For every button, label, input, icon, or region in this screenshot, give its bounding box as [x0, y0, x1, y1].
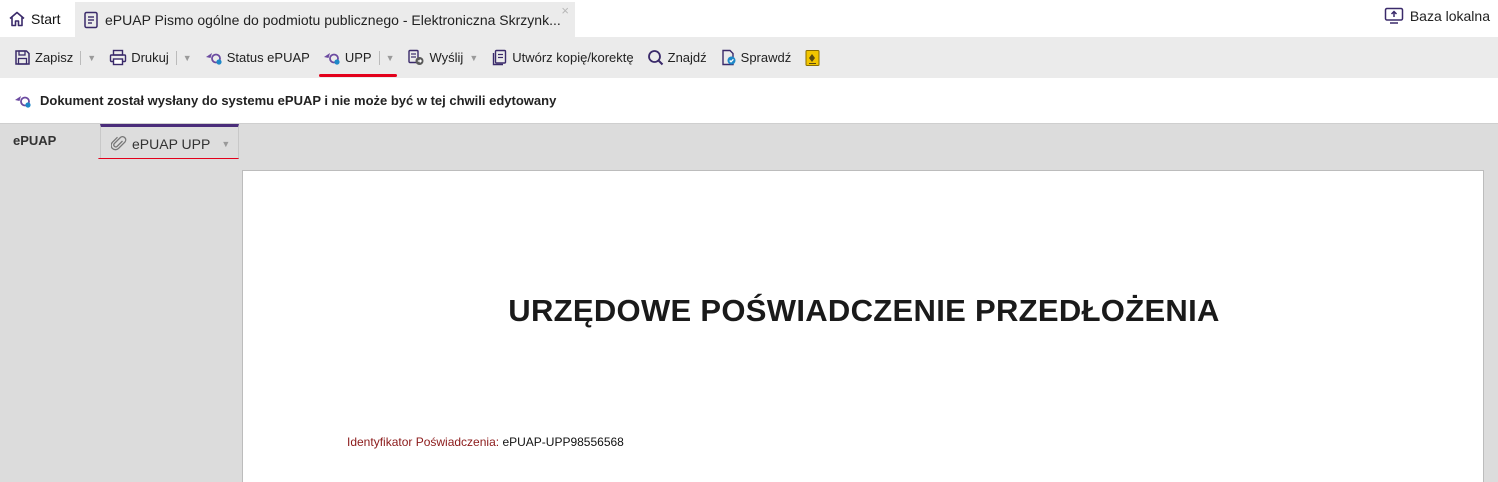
- tab-document-label: ePUAP Pismo ogólne do podmiotu publiczne…: [105, 11, 561, 28]
- upp-label: UPP: [344, 50, 372, 65]
- tab-document[interactable]: ePUAP Pismo ogólne do podmiotu publiczne…: [75, 2, 575, 37]
- upp-icon: [323, 50, 341, 66]
- tab-epuap-upp-dropdown-icon[interactable]: ▼: [221, 139, 230, 149]
- certificate-id-label: Identyfikator Poświadczenia:: [347, 435, 500, 449]
- verify-label: Sprawdź: [740, 50, 792, 65]
- send-icon: [407, 49, 425, 66]
- signature-button[interactable]: [804, 45, 822, 71]
- send-dropdown-icon[interactable]: ▼: [469, 53, 478, 63]
- printer-icon: [109, 49, 127, 66]
- document-title: URZĘDOWE POŚWIADCZENIE PRZEDŁOŻENIA: [508, 293, 1220, 328]
- document-page: URZĘDOWE POŚWIADCZENIE PRZEDŁOŻENIA Iden…: [242, 170, 1484, 482]
- epuap-sent-icon: [14, 93, 32, 109]
- upp-button[interactable]: UPP ▼: [318, 45, 397, 77]
- paperclip-icon: [111, 135, 127, 152]
- upp-dropdown-icon[interactable]: ▼: [386, 53, 395, 63]
- epuap-status-icon: [205, 50, 223, 66]
- home-icon: [8, 10, 26, 28]
- print-label: Drukuj: [131, 50, 169, 65]
- copy-document-icon: [491, 49, 508, 66]
- save-dropdown-icon[interactable]: ▼: [87, 53, 96, 63]
- monitor-upload-icon: [1384, 7, 1404, 25]
- status-notice: Dokument został wysłany do systemu ePUAP…: [0, 78, 1498, 123]
- print-button[interactable]: Drukuj ▼: [109, 45, 192, 71]
- document-icon: [83, 11, 99, 29]
- verify-button[interactable]: Sprawdź: [720, 45, 792, 71]
- baza-lokalna-button[interactable]: Baza lokalna: [1384, 7, 1490, 25]
- tab-epuap[interactable]: ePUAP: [13, 133, 56, 148]
- send-label: Wyślij: [429, 50, 464, 65]
- signature-icon: [804, 49, 822, 67]
- tab-bar: Start ePUAP Pismo ogólne do podmiotu pub…: [0, 0, 1498, 37]
- tab-epuap-upp-label: ePUAP UPP: [132, 135, 211, 152]
- find-button[interactable]: Znajdź: [647, 45, 707, 71]
- section-tabs: ePUAP ePUAP UPP ▼: [0, 123, 1498, 160]
- send-button[interactable]: Wyślij ▼: [407, 45, 478, 71]
- status-epuap-label: Status ePUAP: [226, 50, 310, 65]
- separator: [378, 50, 380, 65]
- status-epuap-button[interactable]: Status ePUAP: [205, 45, 310, 71]
- tab-start[interactable]: Start: [8, 8, 61, 30]
- save-icon: [14, 49, 31, 66]
- app-window: Start ePUAP Pismo ogólne do podmiotu pub…: [0, 0, 1498, 482]
- find-label: Znajdź: [667, 50, 707, 65]
- toolbar: Zapisz ▼ Drukuj ▼ Status ePUAP UPP ▼ Wyś…: [0, 37, 1498, 78]
- content-area: URZĘDOWE POŚWIADCZENIE PRZEDŁOŻENIA Iden…: [0, 159, 1498, 482]
- close-icon[interactable]: ×: [561, 3, 569, 18]
- certificate-id: Identyfikator Poświadczenia: ePUAP-UPP98…: [347, 435, 624, 449]
- create-copy-label: Utwórz kopię/korektę: [512, 50, 634, 65]
- separator: [80, 50, 82, 65]
- status-notice-text: Dokument został wysłany do systemu ePUAP…: [40, 93, 557, 108]
- verify-document-icon: [720, 49, 737, 66]
- tab-epuap-upp[interactable]: ePUAP UPP ▼: [100, 124, 239, 160]
- separator: [175, 50, 177, 65]
- print-dropdown-icon[interactable]: ▼: [183, 53, 192, 63]
- save-button[interactable]: Zapisz ▼: [14, 45, 96, 71]
- create-copy-button[interactable]: Utwórz kopię/korektę: [491, 45, 634, 71]
- baza-lokalna-label: Baza lokalna: [1409, 8, 1490, 24]
- upp-highlight: [318, 73, 397, 77]
- tab-start-label: Start: [31, 11, 61, 27]
- save-label: Zapisz: [35, 50, 74, 65]
- certificate-id-value: ePUAP-UPP98556568: [502, 435, 624, 449]
- search-icon: [647, 49, 664, 66]
